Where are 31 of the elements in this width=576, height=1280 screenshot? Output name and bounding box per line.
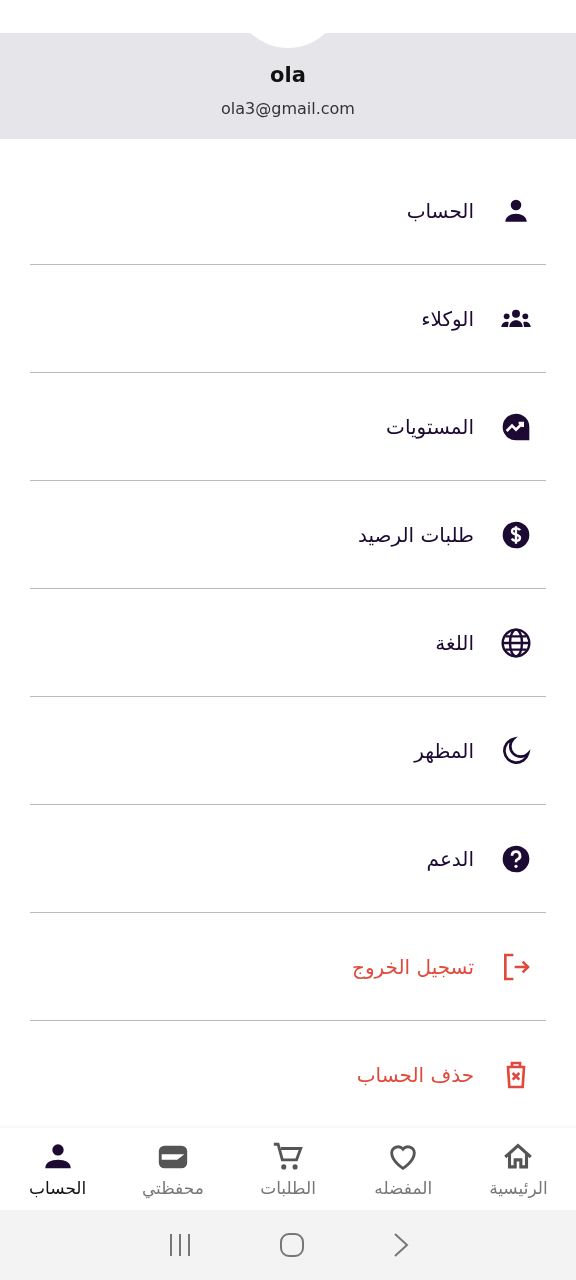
menu-item[interactable]: المظهر — [30, 697, 546, 805]
help-icon — [500, 843, 532, 875]
dollar-icon — [500, 519, 532, 551]
moon-icon — [500, 735, 532, 767]
menu-item[interactable]: الحساب — [30, 157, 546, 265]
menu-item[interactable]: اللغة — [30, 589, 546, 697]
home-button-icon[interactable] — [279, 1232, 305, 1259]
menu-item[interactable]: حذف الحساب — [30, 1021, 546, 1129]
chart-icon — [500, 411, 532, 443]
menu-label: الحساب — [406, 199, 474, 223]
menu-item[interactable]: الوكلاء — [30, 265, 546, 373]
menu-label: تسجيل الخروج — [351, 955, 474, 979]
menu-label: حذف الحساب — [356, 1063, 474, 1087]
menu-label: المستويات — [386, 415, 474, 439]
menu-item[interactable]: المستويات — [30, 373, 546, 481]
user-email: ola3@gmail.com — [221, 98, 355, 118]
globe-icon — [500, 627, 532, 659]
nav-tab[interactable]: الرئيسية — [468, 1140, 569, 1199]
menu-item[interactable]: تسجيل الخروج — [30, 913, 546, 1021]
menu-label: الوكلاء — [421, 307, 474, 331]
menu-item[interactable]: الدعم — [30, 805, 546, 913]
nav-tab[interactable]: المفضله — [353, 1140, 454, 1199]
menu-label: المظهر — [414, 739, 474, 763]
menu-item[interactable]: طلبات الرصيد — [30, 481, 546, 589]
menu-label: طلبات الرصيد — [357, 523, 474, 547]
user-name: ola — [270, 62, 306, 87]
menu-label: اللغة — [435, 631, 474, 655]
nav-tab[interactable]: الطلبات — [238, 1140, 339, 1199]
menu-label: الدعم — [426, 847, 474, 871]
nav-tab[interactable]: محفظتي — [122, 1140, 223, 1199]
nav-tab[interactable]: الحساب — [7, 1140, 108, 1199]
